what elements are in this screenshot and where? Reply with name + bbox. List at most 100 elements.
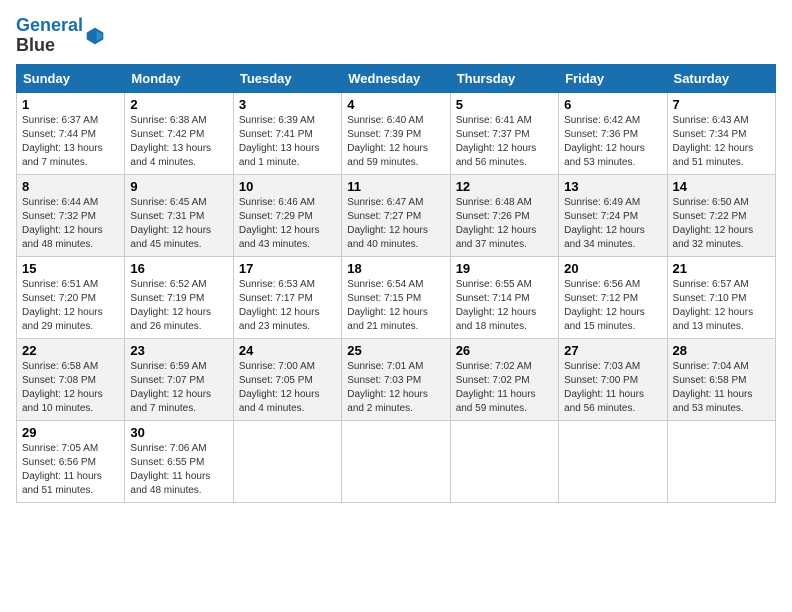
calendar-cell: 18 Sunrise: 6:54 AMSunset: 7:15 PMDaylig… <box>342 256 450 338</box>
day-info: Sunrise: 7:06 AMSunset: 6:55 PMDaylight:… <box>130 442 227 498</box>
calendar-cell: 11 Sunrise: 6:47 AMSunset: 7:27 PMDaylig… <box>342 174 450 256</box>
calendar-cell: 24 Sunrise: 7:00 AMSunset: 7:05 PMDaylig… <box>233 338 341 420</box>
calendar-cell: 6 Sunrise: 6:42 AMSunset: 7:36 PMDayligh… <box>559 92 667 174</box>
day-info: Sunrise: 6:42 AMSunset: 7:36 PMDaylight:… <box>564 114 661 170</box>
day-number: 29 <box>22 425 119 440</box>
logo: General Blue <box>16 16 105 56</box>
day-info: Sunrise: 6:45 AMSunset: 7:31 PMDaylight:… <box>130 196 227 252</box>
day-info: Sunrise: 6:46 AMSunset: 7:29 PMDaylight:… <box>239 196 336 252</box>
calendar-cell: 9 Sunrise: 6:45 AMSunset: 7:31 PMDayligh… <box>125 174 233 256</box>
weekday-header-friday: Friday <box>559 64 667 92</box>
day-number: 27 <box>564 343 661 358</box>
day-number: 11 <box>347 179 444 194</box>
weekday-header-wednesday: Wednesday <box>342 64 450 92</box>
day-info: Sunrise: 7:02 AMSunset: 7:02 PMDaylight:… <box>456 360 553 416</box>
calendar-cell: 28 Sunrise: 7:04 AMSunset: 6:58 PMDaylig… <box>667 338 775 420</box>
day-info: Sunrise: 6:51 AMSunset: 7:20 PMDaylight:… <box>22 278 119 334</box>
day-number: 12 <box>456 179 553 194</box>
day-info: Sunrise: 6:58 AMSunset: 7:08 PMDaylight:… <box>22 360 119 416</box>
day-number: 16 <box>130 261 227 276</box>
weekday-header-tuesday: Tuesday <box>233 64 341 92</box>
day-info: Sunrise: 6:43 AMSunset: 7:34 PMDaylight:… <box>673 114 770 170</box>
calendar-cell: 1 Sunrise: 6:37 AMSunset: 7:44 PMDayligh… <box>17 92 125 174</box>
day-number: 9 <box>130 179 227 194</box>
page-header: General Blue <box>16 16 776 56</box>
day-info: Sunrise: 6:55 AMSunset: 7:14 PMDaylight:… <box>456 278 553 334</box>
day-info: Sunrise: 6:37 AMSunset: 7:44 PMDaylight:… <box>22 114 119 170</box>
day-info: Sunrise: 6:53 AMSunset: 7:17 PMDaylight:… <box>239 278 336 334</box>
calendar-cell: 15 Sunrise: 6:51 AMSunset: 7:20 PMDaylig… <box>17 256 125 338</box>
day-number: 19 <box>456 261 553 276</box>
calendar-cell: 20 Sunrise: 6:56 AMSunset: 7:12 PMDaylig… <box>559 256 667 338</box>
day-info: Sunrise: 6:40 AMSunset: 7:39 PMDaylight:… <box>347 114 444 170</box>
day-info: Sunrise: 6:39 AMSunset: 7:41 PMDaylight:… <box>239 114 336 170</box>
day-number: 21 <box>673 261 770 276</box>
calendar-cell <box>342 420 450 502</box>
calendar-cell: 21 Sunrise: 6:57 AMSunset: 7:10 PMDaylig… <box>667 256 775 338</box>
day-number: 30 <box>130 425 227 440</box>
day-number: 28 <box>673 343 770 358</box>
day-info: Sunrise: 6:49 AMSunset: 7:24 PMDaylight:… <box>564 196 661 252</box>
day-info: Sunrise: 6:57 AMSunset: 7:10 PMDaylight:… <box>673 278 770 334</box>
day-info: Sunrise: 6:41 AMSunset: 7:37 PMDaylight:… <box>456 114 553 170</box>
day-info: Sunrise: 7:05 AMSunset: 6:56 PMDaylight:… <box>22 442 119 498</box>
calendar-cell: 16 Sunrise: 6:52 AMSunset: 7:19 PMDaylig… <box>125 256 233 338</box>
day-number: 14 <box>673 179 770 194</box>
day-number: 7 <box>673 97 770 112</box>
calendar-cell: 26 Sunrise: 7:02 AMSunset: 7:02 PMDaylig… <box>450 338 558 420</box>
calendar-cell <box>233 420 341 502</box>
day-info: Sunrise: 7:01 AMSunset: 7:03 PMDaylight:… <box>347 360 444 416</box>
calendar-cell: 19 Sunrise: 6:55 AMSunset: 7:14 PMDaylig… <box>450 256 558 338</box>
calendar-cell: 4 Sunrise: 6:40 AMSunset: 7:39 PMDayligh… <box>342 92 450 174</box>
day-number: 3 <box>239 97 336 112</box>
day-info: Sunrise: 6:50 AMSunset: 7:22 PMDaylight:… <box>673 196 770 252</box>
day-number: 2 <box>130 97 227 112</box>
calendar-cell: 3 Sunrise: 6:39 AMSunset: 7:41 PMDayligh… <box>233 92 341 174</box>
calendar-week-3: 15 Sunrise: 6:51 AMSunset: 7:20 PMDaylig… <box>17 256 776 338</box>
calendar-cell: 25 Sunrise: 7:01 AMSunset: 7:03 PMDaylig… <box>342 338 450 420</box>
weekday-header-saturday: Saturday <box>667 64 775 92</box>
calendar-cell <box>450 420 558 502</box>
day-number: 17 <box>239 261 336 276</box>
day-number: 1 <box>22 97 119 112</box>
day-number: 24 <box>239 343 336 358</box>
day-number: 10 <box>239 179 336 194</box>
day-info: Sunrise: 6:47 AMSunset: 7:27 PMDaylight:… <box>347 196 444 252</box>
day-info: Sunrise: 6:48 AMSunset: 7:26 PMDaylight:… <box>456 196 553 252</box>
calendar-cell: 12 Sunrise: 6:48 AMSunset: 7:26 PMDaylig… <box>450 174 558 256</box>
day-number: 13 <box>564 179 661 194</box>
day-info: Sunrise: 6:59 AMSunset: 7:07 PMDaylight:… <box>130 360 227 416</box>
weekday-header-sunday: Sunday <box>17 64 125 92</box>
calendar-week-1: 1 Sunrise: 6:37 AMSunset: 7:44 PMDayligh… <box>17 92 776 174</box>
calendar-cell: 27 Sunrise: 7:03 AMSunset: 7:00 PMDaylig… <box>559 338 667 420</box>
day-info: Sunrise: 7:04 AMSunset: 6:58 PMDaylight:… <box>673 360 770 416</box>
calendar-cell: 17 Sunrise: 6:53 AMSunset: 7:17 PMDaylig… <box>233 256 341 338</box>
calendar-table: SundayMondayTuesdayWednesdayThursdayFrid… <box>16 64 776 503</box>
calendar-cell: 13 Sunrise: 6:49 AMSunset: 7:24 PMDaylig… <box>559 174 667 256</box>
calendar-cell: 10 Sunrise: 6:46 AMSunset: 7:29 PMDaylig… <box>233 174 341 256</box>
logo-icon <box>85 26 105 46</box>
day-info: Sunrise: 6:52 AMSunset: 7:19 PMDaylight:… <box>130 278 227 334</box>
day-number: 25 <box>347 343 444 358</box>
day-info: Sunrise: 7:00 AMSunset: 7:05 PMDaylight:… <box>239 360 336 416</box>
calendar-cell <box>559 420 667 502</box>
calendar-week-5: 29 Sunrise: 7:05 AMSunset: 6:56 PMDaylig… <box>17 420 776 502</box>
calendar-week-4: 22 Sunrise: 6:58 AMSunset: 7:08 PMDaylig… <box>17 338 776 420</box>
calendar-cell: 23 Sunrise: 6:59 AMSunset: 7:07 PMDaylig… <box>125 338 233 420</box>
calendar-cell: 5 Sunrise: 6:41 AMSunset: 7:37 PMDayligh… <box>450 92 558 174</box>
calendar-cell: 30 Sunrise: 7:06 AMSunset: 6:55 PMDaylig… <box>125 420 233 502</box>
day-number: 4 <box>347 97 444 112</box>
calendar-cell: 29 Sunrise: 7:05 AMSunset: 6:56 PMDaylig… <box>17 420 125 502</box>
day-number: 8 <box>22 179 119 194</box>
calendar-cell: 7 Sunrise: 6:43 AMSunset: 7:34 PMDayligh… <box>667 92 775 174</box>
calendar-cell <box>667 420 775 502</box>
calendar-cell: 2 Sunrise: 6:38 AMSunset: 7:42 PMDayligh… <box>125 92 233 174</box>
logo-text: General Blue <box>16 16 83 56</box>
day-info: Sunrise: 6:54 AMSunset: 7:15 PMDaylight:… <box>347 278 444 334</box>
day-number: 23 <box>130 343 227 358</box>
day-number: 15 <box>22 261 119 276</box>
weekday-header-row: SundayMondayTuesdayWednesdayThursdayFrid… <box>17 64 776 92</box>
calendar-cell: 8 Sunrise: 6:44 AMSunset: 7:32 PMDayligh… <box>17 174 125 256</box>
day-number: 26 <box>456 343 553 358</box>
day-number: 18 <box>347 261 444 276</box>
